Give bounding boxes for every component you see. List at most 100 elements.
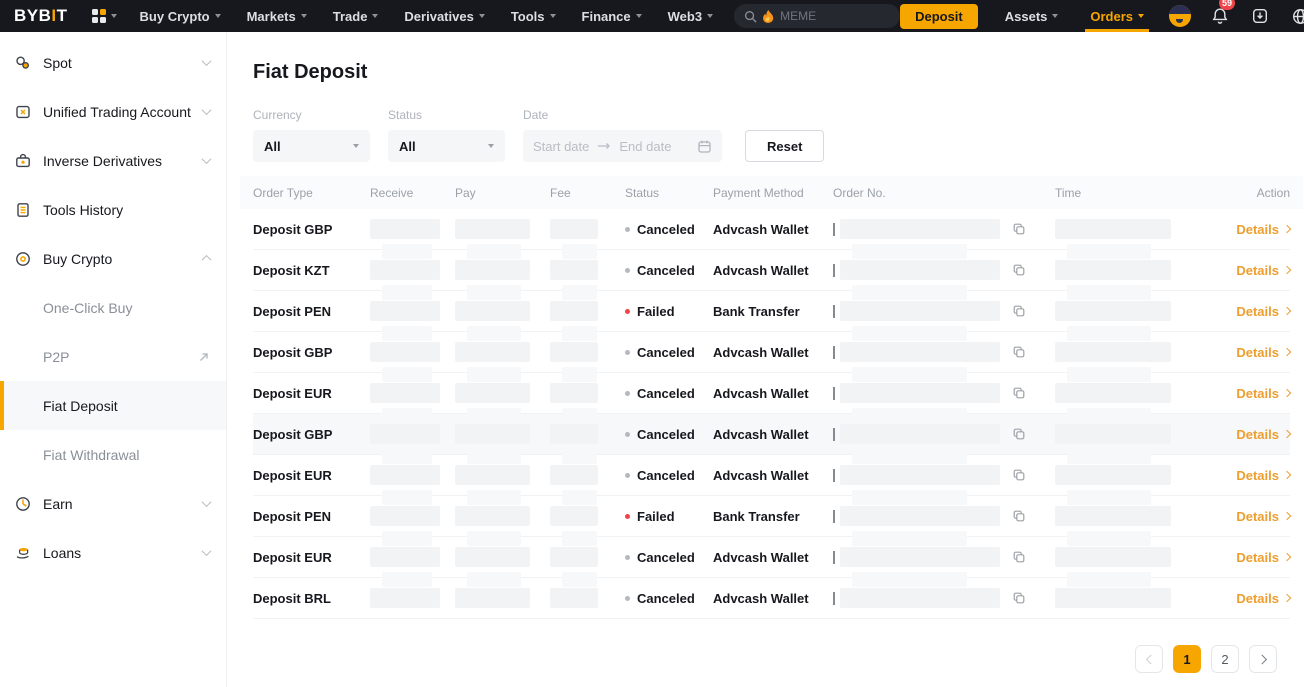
sidebar-item-one-click-buy[interactable]: One-Click Buy (0, 283, 226, 332)
bybit-logo[interactable]: BYBIT (14, 6, 68, 26)
chevron-right-icon (1283, 266, 1291, 274)
cell-payment-method: Advcash Wallet (713, 332, 833, 372)
copy-icon[interactable] (1012, 263, 1026, 277)
nav-web3[interactable]: Web3 (655, 0, 726, 32)
sidebar-item-tools-history[interactable]: Tools History (0, 185, 226, 234)
redacted-value (370, 547, 440, 567)
chevron-right-icon (1283, 471, 1291, 479)
nav-tools[interactable]: Tools (498, 0, 569, 32)
cell-status: Canceled (625, 209, 713, 249)
cell-payment-method: Advcash Wallet (713, 537, 833, 577)
sidebar-item-spot[interactable]: Spot (0, 38, 226, 87)
redacted-value (840, 301, 1000, 321)
table-body: Deposit GBP Canceled Advcash Wallet Deta… (253, 209, 1290, 619)
redacted-value (370, 506, 440, 526)
page-button-2[interactable]: 2 (1211, 645, 1239, 673)
account-menu[interactable] (1163, 0, 1197, 32)
copy-icon[interactable] (1012, 386, 1026, 400)
search-bar[interactable] (734, 4, 900, 28)
status-dot (625, 227, 630, 232)
next-page-button[interactable] (1249, 645, 1277, 673)
redacted-value (1055, 219, 1171, 239)
cell-status: Canceled (625, 332, 713, 372)
sidebar-item-earn[interactable]: Earn (0, 479, 226, 528)
nav-markets[interactable]: Markets (234, 0, 320, 32)
redacted-value (840, 465, 1000, 485)
redacted-value (550, 465, 598, 485)
prev-page-button[interactable] (1135, 645, 1163, 673)
chevron-right-icon (1283, 389, 1291, 397)
currency-select[interactable]: All (253, 130, 370, 162)
redacted-value (550, 424, 598, 444)
apps-grid-icon[interactable] (82, 0, 127, 32)
details-link[interactable]: Details (1225, 291, 1290, 331)
sidebar-item-loans[interactable]: Loans (0, 528, 226, 577)
deposit-button[interactable]: Deposit (900, 4, 978, 29)
reset-button[interactable]: Reset (745, 130, 824, 162)
status-dot (625, 596, 630, 601)
redacted-value (455, 588, 530, 608)
sidebar-item-unified-trading-account[interactable]: Unified Trading Account (0, 87, 226, 136)
details-link[interactable]: Details (1225, 537, 1290, 577)
external-link-icon (198, 351, 210, 363)
nav-derivatives[interactable]: Derivatives (391, 0, 497, 32)
copy-icon[interactable] (1012, 550, 1026, 564)
date-filter-label: Date (523, 108, 722, 122)
copy-icon[interactable] (1012, 591, 1026, 605)
status-select[interactable]: All (388, 130, 505, 162)
cell-status: Canceled (625, 578, 713, 618)
details-link[interactable]: Details (1225, 414, 1290, 454)
chevron-down-icon (1052, 14, 1058, 18)
nav-finance[interactable]: Finance (569, 0, 655, 32)
details-link[interactable]: Details (1225, 496, 1290, 536)
status-filter-label: Status (388, 108, 505, 122)
copy-icon[interactable] (1012, 427, 1026, 441)
sidebar-item-p2p[interactable]: P2P (0, 332, 226, 381)
chevron-down-icon (488, 144, 494, 148)
details-link[interactable]: Details (1225, 455, 1290, 495)
details-link[interactable]: Details (1225, 578, 1290, 618)
redacted-value (550, 260, 598, 280)
redacted-value (550, 383, 598, 403)
cell-status: Failed (625, 291, 713, 331)
redacted-value (455, 465, 530, 485)
details-link[interactable]: Details (1225, 373, 1290, 413)
sidebar-item-buy-crypto[interactable]: Buy Crypto (0, 234, 226, 283)
chevron-down-icon (301, 14, 307, 18)
download-app-button[interactable] (1243, 0, 1277, 32)
end-date-placeholder: End date (619, 139, 671, 154)
redacted-value (455, 342, 530, 362)
redacted-value (1055, 465, 1171, 485)
copy-icon[interactable] (1012, 509, 1026, 523)
nav-trade[interactable]: Trade (320, 0, 392, 32)
notifications-button[interactable]: 59 (1203, 0, 1237, 32)
copy-icon[interactable] (1012, 304, 1026, 318)
arrow-right-icon (597, 142, 611, 150)
order-no-fragment (833, 305, 835, 318)
details-link[interactable]: Details (1225, 250, 1290, 290)
redacted-value (370, 465, 440, 485)
sidebar-item-inverse-derivatives[interactable]: Inverse Derivatives (0, 136, 226, 185)
status-dot (625, 473, 630, 478)
search-input[interactable] (780, 9, 890, 23)
redacted-value (455, 260, 530, 280)
date-range-input[interactable]: Start date End date (523, 130, 722, 162)
details-link[interactable]: Details (1225, 209, 1290, 249)
cell-fee (550, 209, 625, 249)
nav-buy-crypto[interactable]: Buy Crypto (127, 0, 234, 32)
nav-orders[interactable]: Orders (1077, 0, 1157, 32)
chevron-left-icon (1145, 654, 1155, 664)
language-button[interactable] (1283, 0, 1304, 32)
copy-icon[interactable] (1012, 345, 1026, 359)
page-button-1[interactable]: 1 (1173, 645, 1201, 673)
details-link[interactable]: Details (1225, 332, 1290, 372)
redacted-value (840, 219, 1000, 239)
copy-icon[interactable] (1012, 468, 1026, 482)
chevron-down-icon (1138, 14, 1144, 18)
nav-assets[interactable]: Assets (992, 0, 1072, 32)
cell-payment-method: Bank Transfer (713, 496, 833, 536)
sidebar-item-fiat-withdrawal[interactable]: Fiat Withdrawal (0, 430, 226, 479)
cell-time (1055, 209, 1225, 249)
copy-icon[interactable] (1012, 222, 1026, 236)
sidebar-item-fiat-deposit[interactable]: Fiat Deposit (0, 381, 226, 430)
